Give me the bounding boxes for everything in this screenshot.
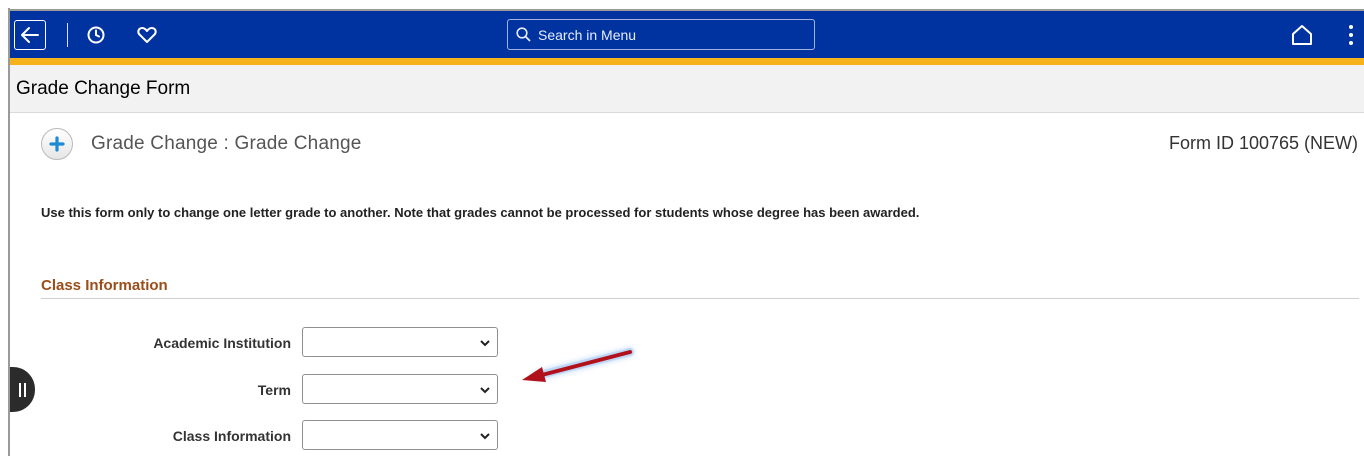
actions-menu-button[interactable] <box>1345 22 1357 48</box>
form-section-heading: Grade Change : Grade Change <box>91 133 362 154</box>
search-icon <box>516 27 531 42</box>
favorites-button[interactable] <box>134 22 160 48</box>
section-divider <box>41 298 1359 299</box>
term-select[interactable] <box>302 374 498 404</box>
plus-icon <box>49 136 65 152</box>
page-title-bar: Grade Change Form <box>10 65 1364 113</box>
search-placeholder: Search in Menu <box>538 26 637 43</box>
class-information-heading: Class Information <box>41 277 168 294</box>
back-arrow-icon <box>21 27 39 43</box>
header-divider <box>67 23 68 47</box>
heart-favorites-icon <box>137 27 157 43</box>
history-clock-icon <box>87 26 105 44</box>
class-information-label: Class Information <box>172 428 291 444</box>
chevron-down-icon <box>480 340 490 347</box>
page-title: Grade Change Form <box>16 78 191 99</box>
back-button[interactable] <box>14 20 46 50</box>
instruction-text: Use this form only to change one letter … <box>41 205 920 220</box>
side-drawer-handle[interactable] <box>10 367 35 412</box>
term-label: Term <box>257 382 291 398</box>
search-menu-input[interactable]: Search in Menu <box>507 19 815 50</box>
home-icon <box>1292 25 1312 45</box>
header-accent-stripe <box>10 58 1364 65</box>
form-id: Form ID 100765 (NEW) <box>1168 133 1358 153</box>
chevron-down-icon <box>480 433 490 440</box>
class-information-select[interactable] <box>302 420 498 450</box>
home-button[interactable] <box>1289 22 1315 48</box>
academic-institution-select[interactable] <box>302 327 498 357</box>
expand-section-button[interactable] <box>41 128 73 160</box>
chevron-down-icon <box>480 387 490 394</box>
more-vertical-icon <box>1349 25 1353 29</box>
app-window: Search in Menu Grade Change Form Grade C… <box>0 0 1364 456</box>
recent-places-button[interactable] <box>83 22 109 48</box>
annotation-arrow-icon <box>522 348 634 382</box>
academic-institution-label: Academic Institution <box>153 335 291 351</box>
